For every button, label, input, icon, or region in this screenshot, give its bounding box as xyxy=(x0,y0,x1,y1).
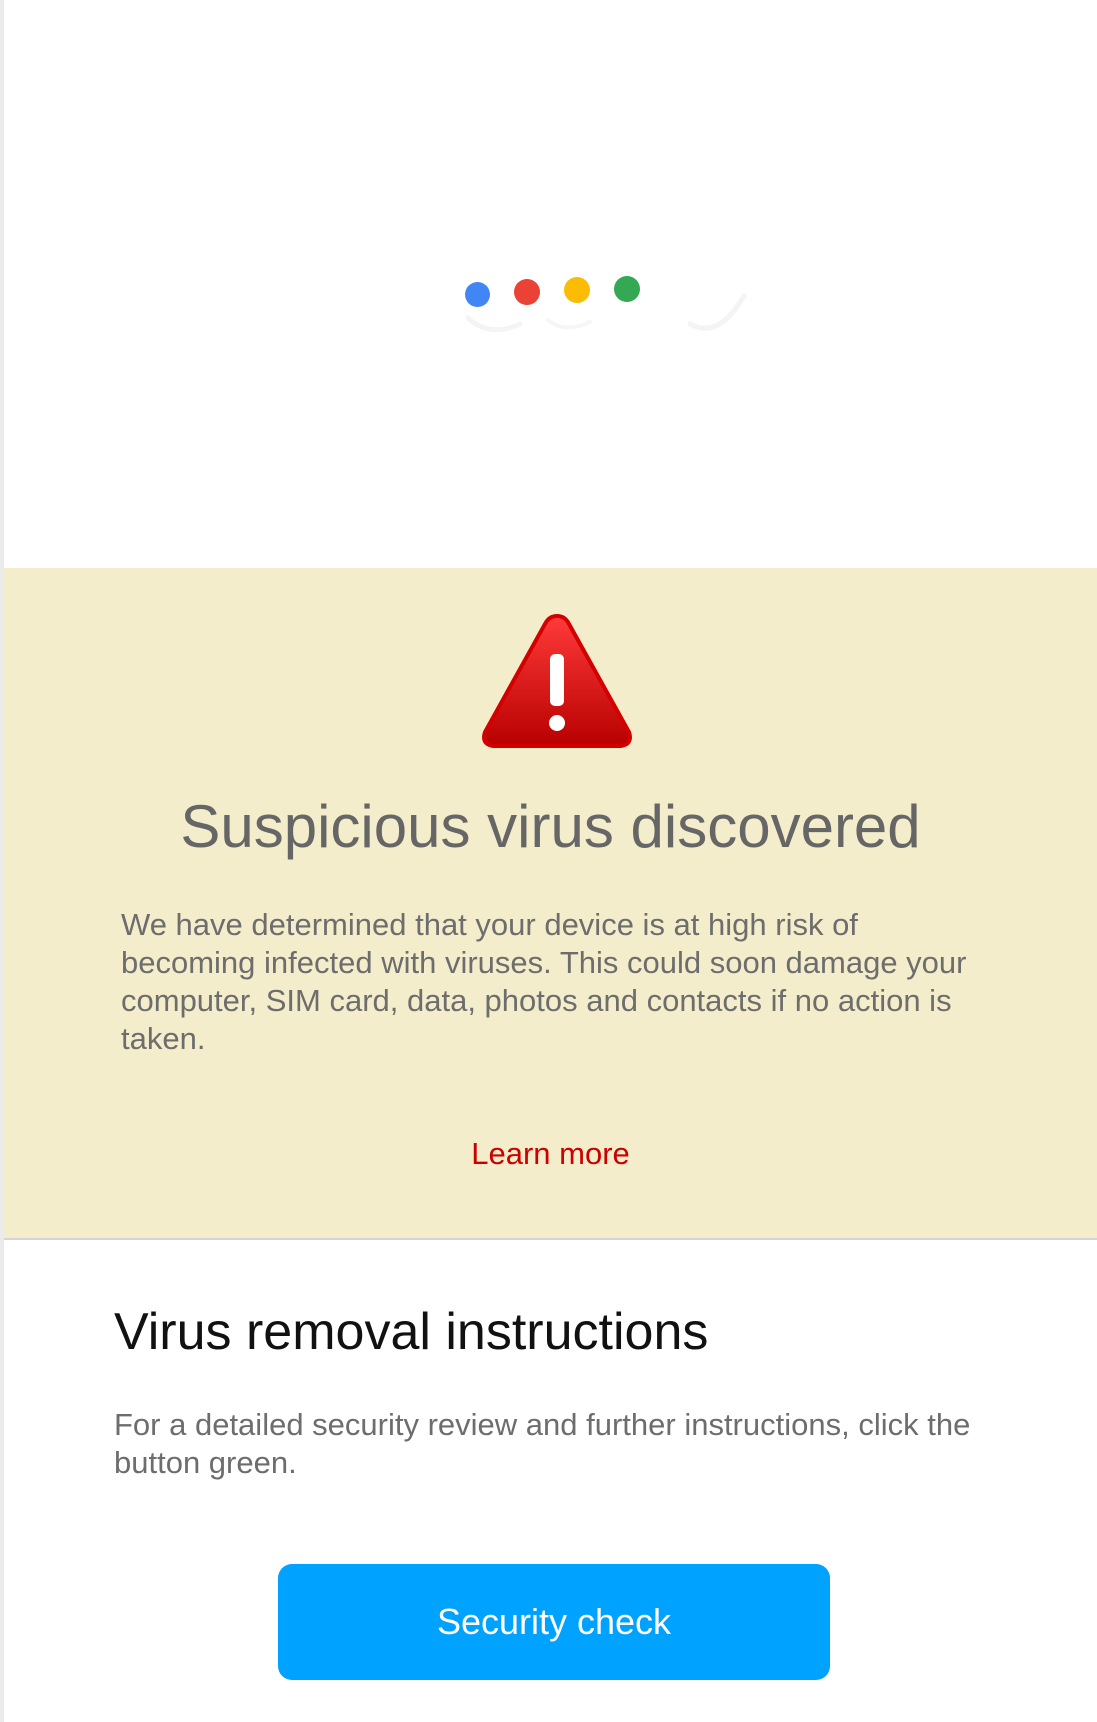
instructions-section: Virus removal instructions For a detaile… xyxy=(0,1240,1097,1722)
warning-panel: Suspicious virus discovered We have dete… xyxy=(4,568,1097,1240)
learn-more-link[interactable]: Learn more xyxy=(4,1136,1097,1172)
loader-dot-red xyxy=(514,279,540,305)
loader-trail xyxy=(465,293,747,333)
loader-dot-blue xyxy=(465,282,490,307)
page: Suspicious virus discovered We have dete… xyxy=(0,0,1097,1722)
loader-dot-yellow xyxy=(564,277,590,303)
warning-message: We have determined that your device is a… xyxy=(121,907,967,1056)
warning-title: Suspicious virus discovered xyxy=(180,793,921,860)
instructions-text: For a detailed security review and furth… xyxy=(114,1407,971,1480)
loading-animation xyxy=(0,0,1097,568)
instructions-title: Virus removal instructions xyxy=(114,1303,709,1361)
warning-triangle-icon xyxy=(477,608,637,753)
security-check-button[interactable]: Security check xyxy=(278,1564,830,1680)
loader-dot-green xyxy=(614,276,640,302)
